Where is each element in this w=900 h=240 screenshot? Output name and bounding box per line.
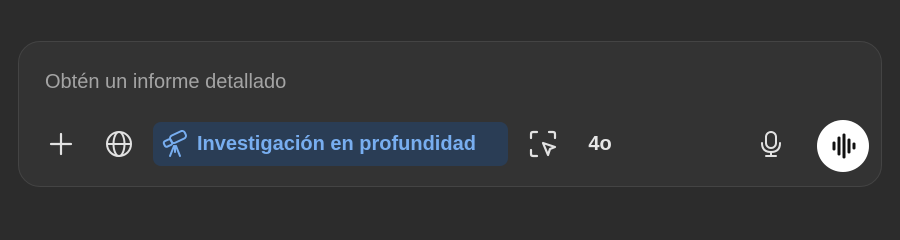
selection-cursor-icon (529, 130, 557, 158)
prompt-composer: Investigación en profundidad 4o (18, 41, 882, 187)
deep-research-button[interactable]: Investigación en profundidad (153, 122, 508, 166)
globe-icon (106, 131, 132, 157)
web-search-button[interactable] (99, 126, 139, 162)
deep-research-label: Investigación en profundidad (197, 132, 476, 155)
prompt-input[interactable] (45, 68, 845, 96)
voice-waveform-icon (832, 133, 856, 159)
add-attachment-button[interactable] (41, 126, 81, 162)
canvas-button[interactable] (523, 126, 563, 162)
dictation-button[interactable] (751, 126, 791, 162)
voice-mode-button[interactable] (817, 120, 869, 172)
model-label: 4o (588, 132, 612, 155)
plus-icon (49, 132, 73, 156)
telescope-icon (162, 130, 187, 157)
microphone-icon (761, 131, 781, 157)
model-selector-button[interactable]: 4o (575, 126, 625, 162)
composer-toolbar: Investigación en profundidad 4o (19, 120, 881, 172)
